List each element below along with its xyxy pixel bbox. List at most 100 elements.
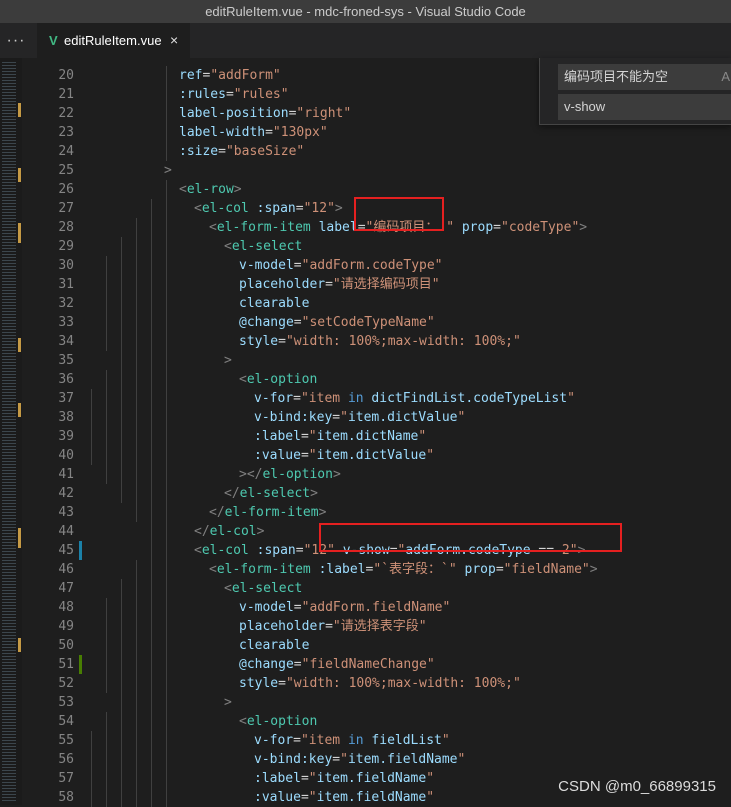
code-token: = <box>300 790 309 805</box>
code-token: > <box>233 182 242 197</box>
code-token: " <box>446 220 455 235</box>
code-text: <el-option <box>239 712 317 731</box>
indent-guide <box>151 351 152 370</box>
more-actions-icon[interactable]: ··· <box>0 23 32 58</box>
code-text: <el-row> <box>179 180 242 199</box>
code-line[interactable]: 23 label-width="130px" <box>22 123 731 142</box>
code-line[interactable]: 25 > <box>22 161 731 180</box>
indent-guide <box>166 123 167 142</box>
code-line[interactable]: 30 v-model="addForm.codeType" <box>22 256 731 275</box>
close-icon[interactable]: × <box>170 23 178 58</box>
code-line[interactable]: 33 @change="setCodeTypeName" <box>22 313 731 332</box>
code-token: clearable <box>239 296 310 311</box>
code-editor[interactable]: 20 ref="addForm" 21:rules="rules" 22 label-p… <box>22 66 731 807</box>
line-number: 20 <box>58 68 74 83</box>
indent-guide <box>121 674 122 693</box>
code-token: = <box>278 676 286 691</box>
find-replace-widget: 编码项目不能为空 A v-show <box>539 58 731 125</box>
indent-guide <box>166 389 167 408</box>
indent-guide <box>151 294 152 313</box>
indent-guide <box>151 560 152 579</box>
code-token: "130px" <box>272 125 328 140</box>
code-token: :label <box>318 562 366 577</box>
indent-guide <box>106 636 107 655</box>
code-text: :size="baseSize" <box>179 142 304 161</box>
indent-guide <box>166 674 167 693</box>
tab-editruleitem[interactable]: V editRuleItem.vue × <box>37 23 190 58</box>
code-line[interactable]: 32 clearable <box>22 294 731 313</box>
code-line[interactable]: 53 > <box>22 693 731 712</box>
code-line[interactable]: 56 v-bind:key="item.fieldName" <box>22 750 731 769</box>
code-line[interactable]: 43 </el-form-item> <box>22 503 731 522</box>
code-line[interactable]: 31 placeholder="请选择编码项目" <box>22 275 731 294</box>
indent-guide <box>136 427 137 446</box>
code-line[interactable]: 38 v-bind:key="item.dictValue" <box>22 408 731 427</box>
indent-guide <box>166 465 167 484</box>
code-text: :label="item.fieldName" <box>254 769 434 788</box>
indent-guide <box>166 237 167 256</box>
line-number: 35 <box>58 353 74 368</box>
indent-guide <box>151 256 152 275</box>
indent-guide <box>136 674 137 693</box>
indent-guide <box>136 332 137 351</box>
indent-guide <box>136 579 137 598</box>
indent-guide <box>121 731 122 750</box>
replace-input[interactable]: v-show <box>558 94 731 120</box>
indent-guide <box>106 788 107 807</box>
code-line[interactable]: 35 > <box>22 351 731 370</box>
code-token: el-form-item <box>216 562 311 577</box>
code-line[interactable]: 41 ></el-option> <box>22 465 731 484</box>
indent-guide <box>91 427 92 446</box>
code-token: < <box>239 714 247 729</box>
code-line[interactable]: 34 style="width: 100%;max-width: 100%;" <box>22 332 731 351</box>
line-number: 34 <box>58 334 74 349</box>
code-line[interactable]: 52 style="width: 100%;max-width: 100%;" <box>22 674 731 693</box>
code-line[interactable]: 47 <el-select <box>22 579 731 598</box>
code-token: > <box>579 220 588 235</box>
code-token: ref <box>179 68 203 83</box>
minimap[interactable] <box>0 58 22 805</box>
indent-guide <box>121 237 122 256</box>
code-line[interactable]: 40:value="item.dictValue" <box>22 446 731 465</box>
find-input[interactable]: 编码项目不能为空 A <box>558 64 731 90</box>
code-line[interactable]: 48 v-model="addForm.fieldName" <box>22 598 731 617</box>
indent-guide <box>91 750 92 769</box>
indent-guide <box>166 199 167 218</box>
indent-guide <box>151 731 152 750</box>
code-text: ref="addForm" <box>179 66 281 85</box>
line-number: 36 <box>58 372 74 387</box>
modified-line-marker[interactable] <box>79 541 82 560</box>
line-number: 56 <box>58 752 74 767</box>
minimap-change-marker <box>18 103 21 117</box>
code-line[interactable]: 55 v-for="item in fieldList" <box>22 731 731 750</box>
code-line[interactable]: 49 placeholder="请选择表字段" <box>22 617 731 636</box>
code-token: = <box>218 144 226 159</box>
indent-guide <box>151 579 152 598</box>
indent-guide <box>136 598 137 617</box>
code-line[interactable]: 46 <el-form-item :label="`表字段：`" prop="fi… <box>22 560 731 579</box>
line-number: 33 <box>58 315 74 330</box>
code-line[interactable]: 51 @change="fieldNameChange" <box>22 655 731 674</box>
indent-guide <box>151 598 152 617</box>
code-line[interactable]: 42 </el-select> <box>22 484 731 503</box>
code-token: fieldList <box>363 733 442 748</box>
line-number: 28 <box>58 220 74 235</box>
indent-guide <box>166 427 167 446</box>
code-text: <el-select <box>224 579 302 598</box>
code-token: v-bind:key <box>254 752 333 767</box>
code-line[interactable]: 39:label="item.dictName" <box>22 427 731 446</box>
added-line-marker[interactable] <box>79 655 82 674</box>
code-line[interactable]: 24:size="baseSize" <box>22 142 731 161</box>
code-line[interactable]: 36 <el-option <box>22 370 731 389</box>
code-token: "setCodeTypeName" <box>301 315 435 330</box>
code-line[interactable]: 54 <el-option <box>22 712 731 731</box>
match-case-icon[interactable]: A <box>721 64 730 90</box>
code-token: @change <box>239 657 294 672</box>
code-line[interactable]: 37 v-for="item in dictFindList.codeTypeLi… <box>22 389 731 408</box>
code-line[interactable]: 50 clearable <box>22 636 731 655</box>
indent-guide <box>151 617 152 636</box>
code-line[interactable]: 29 <el-select <box>22 237 731 256</box>
code-token: style <box>239 334 279 349</box>
indent-guide <box>136 693 137 712</box>
